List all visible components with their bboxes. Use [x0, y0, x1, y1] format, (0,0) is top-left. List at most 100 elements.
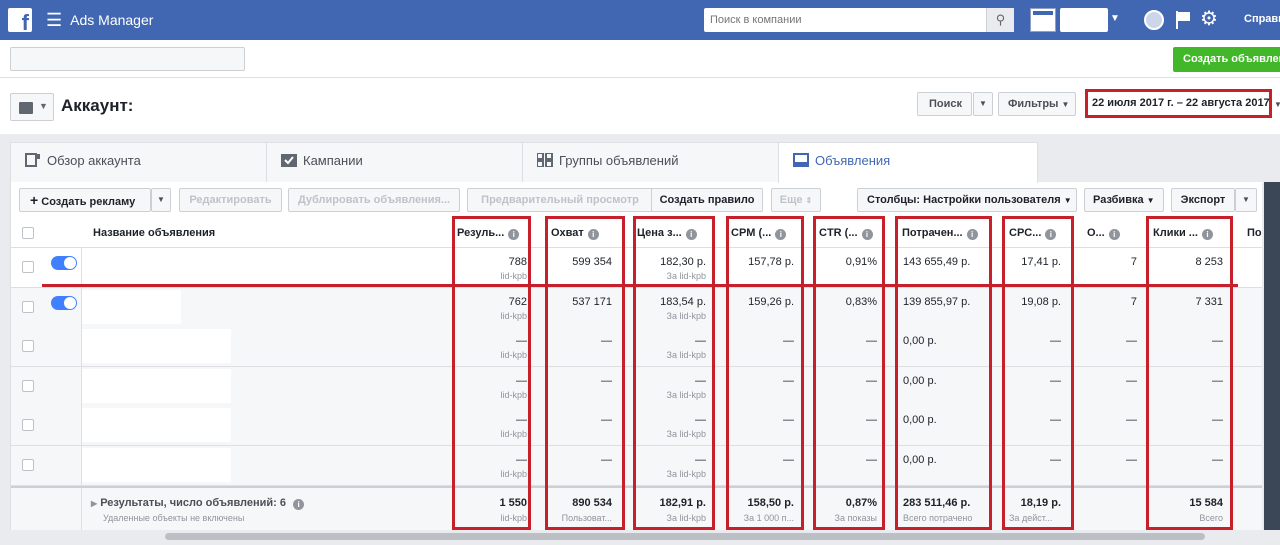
- edit-button[interactable]: Редактировать: [179, 188, 282, 212]
- info-icon[interactable]: i: [293, 499, 305, 510]
- cell-o: —: [1126, 414, 1137, 426]
- date-range-picker[interactable]: 22 июля 2017 г. – 22 августа 2017 г.: [1085, 89, 1272, 118]
- tab-ads[interactable]: Объявления: [778, 142, 1038, 183]
- info-icon[interactable]: i: [1201, 229, 1213, 240]
- company-search-input[interactable]: [704, 8, 986, 32]
- ad-name[interactable]: [81, 329, 231, 363]
- tab-label: Объявления: [815, 153, 891, 168]
- info-icon[interactable]: i: [861, 229, 873, 240]
- ad-status-toggle[interactable]: [51, 295, 77, 310]
- cell-o: —: [1126, 374, 1137, 387]
- row-checkbox[interactable]: [22, 340, 34, 352]
- column-header-extra[interactable]: По: [1247, 218, 1262, 248]
- export-dropdown-icon[interactable]: ▼: [1235, 188, 1257, 212]
- preview-button[interactable]: Предварительный просмотр: [467, 188, 653, 212]
- info-icon[interactable]: i: [1108, 229, 1120, 240]
- account-caret-icon[interactable]: ▼: [1110, 13, 1120, 24]
- create-ad-toolbar-button[interactable]: + Создать рекламу: [19, 188, 151, 212]
- ad-name[interactable]: [81, 447, 231, 482]
- export-button[interactable]: Экспорт: [1171, 188, 1235, 212]
- search-dropdown-icon[interactable]: ▼: [973, 92, 993, 116]
- cell-reach: —: [601, 414, 612, 426]
- filters-button[interactable]: Фильтры ▼: [998, 92, 1076, 116]
- row-checkbox[interactable]: [22, 458, 34, 471]
- table-row[interactable]: — — — — — — — — 0,00 р. lid-kpb За lid-kpb: [11, 406, 1262, 446]
- divider: [81, 248, 82, 288]
- select-all-checkbox[interactable]: [22, 227, 34, 239]
- table-toolbar: + Создать рекламу ▼ Редактировать Дублир…: [10, 182, 1262, 218]
- info-icon[interactable]: i: [966, 229, 978, 240]
- create-ad-button[interactable]: Создать объявлен: [1173, 47, 1280, 72]
- row-checkbox[interactable]: [22, 300, 34, 313]
- ad-name[interactable]: [81, 289, 181, 324]
- table-row[interactable]: 788 599 354 182,30 р. 157,78 р. 0,91% 17,41 р…: [11, 248, 1262, 288]
- total-cost: 182,91 р.: [659, 497, 706, 509]
- total-reach: 890 534: [572, 497, 612, 509]
- tab-ad-sets[interactable]: Группы объявлений: [522, 142, 790, 182]
- row-checkbox[interactable]: [22, 419, 34, 431]
- column-header-spent[interactable]: Потрачен... i: [902, 218, 1002, 248]
- column-header-cost[interactable]: Цена з... i: [637, 218, 717, 248]
- app-title: Ads Manager: [70, 12, 154, 28]
- cell-cpm: —: [783, 335, 794, 347]
- column-header-cpm[interactable]: CPM (... i: [731, 218, 811, 248]
- cell-cpm: —: [783, 453, 794, 466]
- date-chevron-icon[interactable]: ▼: [1274, 100, 1280, 109]
- ad-name[interactable]: [81, 408, 231, 442]
- column-header-ctr[interactable]: CTR (... i: [819, 218, 891, 248]
- divider: [81, 287, 82, 328]
- info-icon[interactable]: i: [1045, 229, 1057, 240]
- column-header-clicks[interactable]: Клики ... i: [1153, 218, 1233, 248]
- column-header-results[interactable]: Резуль... i: [457, 218, 537, 248]
- table-row[interactable]: — — — — — — — — 0,00 р. lid-kpb За lid-kpb: [11, 445, 1262, 486]
- cell-spent: 0,00 р.: [903, 374, 937, 387]
- annotation-underline: [42, 284, 1238, 287]
- breakdown-button[interactable]: Разбивка ▼: [1084, 188, 1164, 212]
- account-menu-button[interactable]: ▼: [10, 93, 54, 121]
- create-ad-dropdown-icon[interactable]: ▼: [151, 188, 171, 212]
- column-header-reach[interactable]: Охват i: [551, 218, 631, 248]
- ad-name[interactable]: [81, 368, 231, 403]
- duplicate-button[interactable]: Дублировать объявления...: [288, 188, 460, 212]
- info-icon[interactable]: i: [508, 229, 520, 240]
- cell-results-sub: lid-kpb: [500, 271, 527, 281]
- info-icon[interactable]: i: [587, 229, 599, 240]
- cell-reach: 537 171: [572, 295, 612, 308]
- gear-icon[interactable]: ⚙: [1200, 9, 1218, 29]
- level-tabs: Обзор аккаунта Кампании Группы объявлени…: [0, 134, 1280, 183]
- table-row[interactable]: — — — — — — — — 0,00 р. lid-kpb За lid-kpb: [11, 327, 1262, 367]
- search-icon[interactable]: ⚲: [986, 8, 1014, 32]
- account-selector[interactable]: [10, 47, 245, 71]
- table-row[interactable]: — — — — — — — — 0,00 р. lid-kpb За lid-kpb: [11, 366, 1262, 407]
- help-link[interactable]: Справк: [1244, 13, 1280, 25]
- row-checkbox[interactable]: [22, 261, 34, 273]
- tab-account-overview[interactable]: Обзор аккаунта: [10, 142, 278, 182]
- more-button[interactable]: Еще ⇕: [771, 188, 821, 212]
- search-button[interactable]: Поиск: [917, 92, 972, 116]
- column-header-name[interactable]: Название объявления: [93, 218, 215, 248]
- flag-icon[interactable]: [1174, 10, 1192, 30]
- total-results: 1 550: [499, 497, 527, 509]
- account-name[interactable]: [1060, 8, 1108, 32]
- expand-icon[interactable]: ▶: [91, 499, 97, 508]
- row-checkbox[interactable]: [22, 379, 34, 392]
- tab-campaigns[interactable]: Кампании: [266, 142, 534, 182]
- scrollbar-thumb[interactable]: [165, 533, 1205, 540]
- table-row[interactable]: 762 537 171 183,54 р. 159,26 р. 0,83% 19,08 р…: [11, 287, 1262, 328]
- facebook-logo-icon[interactable]: f: [8, 8, 32, 34]
- account-picture-icon[interactable]: [1030, 8, 1056, 32]
- columns-button[interactable]: Столбцы: Настройки пользователя ▼: [857, 188, 1077, 212]
- info-icon[interactable]: i: [775, 229, 787, 240]
- menu-icon[interactable]: ☰: [46, 11, 62, 29]
- cell-ctr: —: [866, 414, 877, 426]
- column-header-o[interactable]: О... i: [1087, 218, 1137, 248]
- ad-status-toggle[interactable]: [51, 256, 77, 270]
- create-rule-button[interactable]: Создать правило: [651, 188, 763, 212]
- column-header-cpc[interactable]: CPC... i: [1009, 218, 1079, 248]
- cell-clicks: 7 331: [1195, 295, 1223, 308]
- info-icon[interactable]: i: [685, 229, 697, 240]
- cell-results: —: [516, 414, 527, 426]
- globe-icon[interactable]: [1144, 10, 1164, 30]
- horizontal-scrollbar[interactable]: [10, 530, 1262, 545]
- column-label: Потрачен...: [902, 227, 963, 239]
